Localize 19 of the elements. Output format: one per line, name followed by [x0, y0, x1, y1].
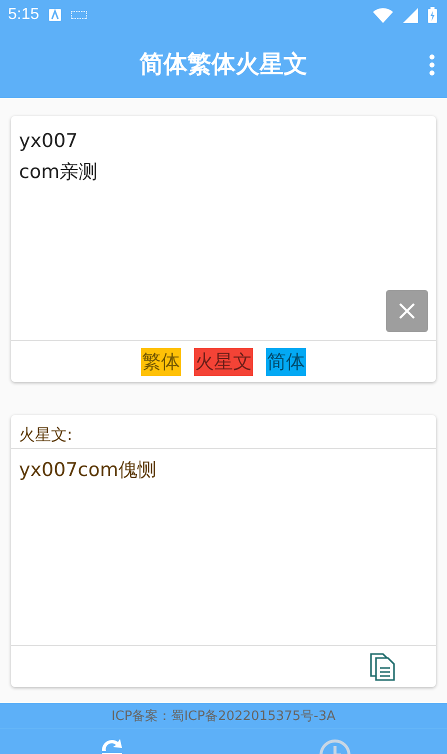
input-field[interactable]: yx007 com亲测 — [11, 116, 436, 340]
close-icon — [399, 303, 415, 319]
clear-button[interactable] — [386, 290, 428, 332]
status-time: 5:15 — [8, 6, 40, 24]
convert-button[interactable]: 火星文 — [194, 348, 253, 376]
notification-icon — [49, 9, 62, 21]
output-text: yx007com傀恻 — [18, 458, 158, 483]
wifi-icon — [373, 8, 393, 22]
battery-icon — [428, 7, 437, 23]
icp-text: ICP备案：蜀ICP备2022015375号-3A — [0, 703, 447, 729]
clock-icon[interactable] — [319, 739, 352, 754]
app-title: 简体繁体火星文 — [140, 49, 308, 80]
signal-icon — [403, 8, 418, 22]
convert-button[interactable]: 简体 — [266, 348, 306, 376]
copy-icon[interactable] — [370, 652, 396, 680]
output-label: 火星文: — [11, 415, 436, 449]
keyboard-icon — [71, 11, 88, 19]
more-icon[interactable] — [429, 54, 435, 76]
convert-button[interactable]: 繁体 — [141, 348, 181, 376]
